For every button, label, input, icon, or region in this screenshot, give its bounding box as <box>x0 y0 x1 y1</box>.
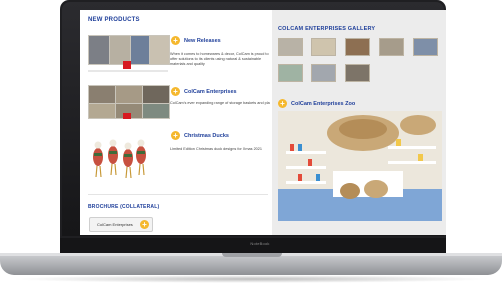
product-description: Limited Edition Christmas duck designs f… <box>170 147 263 151</box>
gallery-thumb[interactable] <box>345 38 370 56</box>
christmas-ducks-image[interactable] <box>88 133 148 181</box>
gallery-thumb[interactable] <box>278 64 303 82</box>
colcam-enterprises-collage[interactable] <box>88 85 170 125</box>
zoo-title[interactable]: ColCam Enterprises Zoo <box>291 101 355 107</box>
product-description: ColCam's ever expanding range of storage… <box>170 101 270 105</box>
gallery-thumb[interactable] <box>345 64 370 82</box>
product-title[interactable]: Christmas Ducks <box>184 133 229 139</box>
laptop-shadow <box>10 275 492 283</box>
brochure-button[interactable]: ColCam Enterprises + <box>89 217 153 232</box>
zoo-store-photo[interactable] <box>278 111 442 221</box>
plus-icon[interactable]: + <box>171 36 180 45</box>
gallery-thumb[interactable] <box>278 38 303 56</box>
gallery-thumb[interactable] <box>379 38 404 56</box>
gallery-thumb[interactable] <box>311 38 336 56</box>
laptop-brand-label: NoteBook <box>250 241 270 246</box>
product-description: When it comes to homewares & decor, ColC… <box>170 52 269 66</box>
new-products-heading: NEW PRODUCTS <box>88 17 140 23</box>
plus-icon: + <box>140 220 149 229</box>
brochure-heading: BROCHURE (COLLATERAL) <box>88 204 160 210</box>
plus-icon[interactable]: + <box>278 99 287 108</box>
gallery-heading: COLCAM ENTERPRISES GALLERY <box>278 26 376 32</box>
divider <box>88 194 268 195</box>
sale-badge <box>123 113 131 119</box>
plus-icon[interactable]: + <box>171 87 180 96</box>
gallery-panel: COLCAM ENTERPRISES GALLERY + ColCam Ente… <box>272 10 446 235</box>
laptop-screen: NEW PRODUCTS + New Releases When it come… <box>80 10 446 235</box>
laptop-open-notch <box>222 253 282 257</box>
plus-icon[interactable]: + <box>171 131 180 140</box>
gallery-thumb[interactable] <box>311 64 336 82</box>
product-title[interactable]: ColCam Enterprises <box>184 89 237 95</box>
ducks-illustration <box>93 139 146 179</box>
product-title[interactable]: New Releases <box>184 38 221 44</box>
brochure-button-label: ColCam Enterprises <box>97 222 133 227</box>
new-releases-collage[interactable] <box>88 35 170 80</box>
new-products-panel: NEW PRODUCTS + New Releases When it come… <box>80 10 272 235</box>
gallery-thumb[interactable] <box>413 38 438 56</box>
store-interior-image <box>278 111 442 221</box>
sale-badge <box>123 61 131 69</box>
